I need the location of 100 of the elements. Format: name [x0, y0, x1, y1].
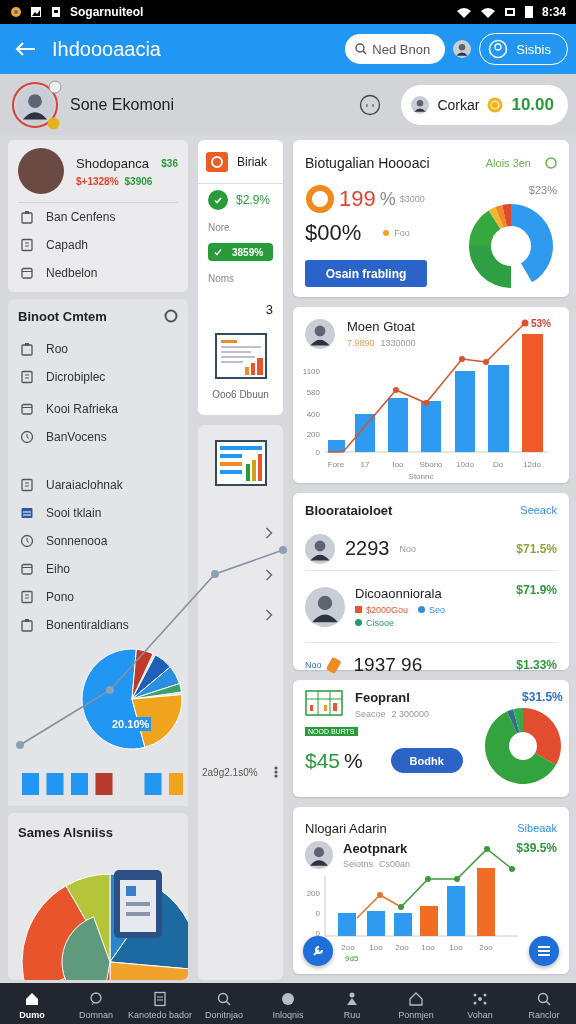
card-link[interactable]: Seeack: [520, 504, 557, 516]
subtitle: 7.9890: [347, 338, 375, 348]
ring-icon: [305, 184, 335, 214]
secondary-value: $3906: [124, 175, 153, 187]
menu-item[interactable]: BanVocens: [18, 423, 178, 451]
data-point: [211, 570, 219, 578]
bar: [355, 414, 375, 452]
nav-tab[interactable]: Ruu: [320, 990, 385, 1020]
nav-tab[interactable]: Domnan: [64, 990, 128, 1020]
nav-tab[interactable]: Kanotedo bador: [128, 990, 193, 1020]
card-title: Bloorataioloet: [305, 502, 393, 518]
clipboard-icon: [20, 210, 34, 224]
avatar-icon: [305, 533, 335, 564]
image-icon: [30, 6, 42, 18]
pill-value: 3859%: [232, 246, 264, 258]
sim-icon: [503, 6, 516, 18]
stat-value: $2.9%: [236, 193, 271, 207]
primary-button[interactable]: Osain frabling: [305, 260, 427, 287]
sub-value: $3000: [399, 194, 425, 204]
person-name: Aeotpnark: [343, 841, 409, 856]
nav-tab[interactable]: Vohan: [448, 990, 513, 1020]
axis-tick-label: 200: [306, 889, 320, 898]
axis-tick-label: 0: [315, 929, 320, 938]
nav-tab[interactable]: Donitnjao: [192, 990, 257, 1020]
refresh-icon[interactable]: [545, 157, 557, 169]
document-icon: [152, 990, 169, 1007]
field-label: Noms: [208, 273, 236, 284]
menu-item[interactable]: Ban Cenfens: [18, 203, 178, 231]
card-link[interactable]: Sibeaak: [517, 822, 557, 834]
data-point: [106, 686, 114, 694]
axis-tick-label: 12do: [523, 460, 541, 469]
card-title: Biriak: [237, 154, 267, 169]
nav-tab[interactable]: Ponmjen: [384, 990, 449, 1020]
chevron-right-icon[interactable]: [265, 527, 273, 539]
menu-item[interactable]: Dicrobiplec: [18, 363, 178, 391]
data-point: [16, 741, 24, 749]
axis-tick-label: 1oo: [421, 943, 435, 952]
donut-label: $23%: [528, 184, 557, 196]
clipboard-icon: [20, 618, 34, 632]
chevron-right-icon[interactable]: [265, 609, 273, 621]
value-sign: %: [344, 748, 363, 773]
card-title: Nlogari Adarin: [305, 820, 387, 836]
card-title: Biotugalian Hoooaci: [305, 155, 430, 171]
search-icon: [216, 990, 233, 1007]
data-point: [398, 904, 404, 910]
primary-button[interactable]: Bodhk: [390, 748, 463, 773]
search-icon: [536, 990, 553, 1007]
menu-item[interactable]: Roo: [18, 335, 178, 363]
menu-item[interactable]: Kooi Rafrieka: [18, 395, 178, 423]
menu-item[interactable]: Nedbelon: [18, 259, 178, 287]
search-field[interactable]: Ned Bnon: [345, 34, 446, 64]
page-title: Ihdoooaacia: [52, 37, 161, 61]
data-point: [459, 356, 465, 362]
menu-item[interactable]: Pono: [18, 583, 178, 611]
menu-item[interactable]: Capadh: [18, 231, 178, 259]
report-chart-icon: [214, 331, 267, 379]
wrench-icon: [311, 944, 325, 958]
bar: [367, 911, 385, 936]
legend-label: Foo: [394, 228, 410, 238]
coin-badge-icon: [47, 116, 60, 130]
dashboard-chart-icon: [214, 440, 267, 486]
dot-icon: [383, 230, 390, 236]
calendar-icon: [20, 402, 34, 416]
menu-item[interactable]: Uaraiaclohnak: [18, 471, 178, 499]
app-name: Sogarnuiteol: [70, 5, 144, 19]
bar: [338, 913, 356, 936]
back-arrow-icon[interactable]: [14, 41, 36, 57]
change-value: $71.9%: [516, 583, 557, 597]
menu-item[interactable]: Sooi tklain: [18, 499, 178, 527]
subtitle: Seiotns: [343, 859, 374, 869]
account-label: Corkar: [437, 96, 480, 113]
data-point: [521, 319, 529, 327]
nav-tab[interactable]: Dumo: [0, 990, 64, 1020]
menu-item[interactable]: Eiho: [18, 555, 178, 583]
axis-tick-label: 1oo: [369, 943, 383, 952]
document-icon: [50, 6, 62, 18]
bar: [420, 906, 438, 936]
more-vertical-icon[interactable]: [273, 766, 278, 778]
change-value: $71.5%: [516, 541, 557, 556]
wifi-icon: [455, 6, 472, 18]
menu-item[interactable]: Bonentiraldians: [18, 611, 178, 639]
tool-button[interactable]: [303, 936, 333, 966]
nav-tab[interactable]: Inloqnis: [256, 990, 321, 1020]
person-name: Moen Gtoat: [347, 319, 416, 334]
avatar-icon: [305, 319, 335, 349]
document-icon: [20, 238, 34, 252]
subtitle: 2 300000: [391, 709, 430, 719]
menu-button[interactable]: [529, 936, 559, 966]
avatar-icon: [305, 586, 345, 627]
chevron-right-icon[interactable]: [265, 569, 273, 581]
percent-value: $39.5%: [516, 841, 557, 855]
battery-icon: [523, 5, 534, 19]
tag-label: Cisooe: [366, 617, 394, 628]
clock: 8:34: [541, 5, 566, 19]
home-icon: [24, 990, 40, 1007]
row-value: 1937 96: [353, 654, 423, 676]
data-point: [377, 892, 383, 898]
account-name: Shodopanca: [76, 155, 149, 171]
nav-tab[interactable]: Ranclor: [512, 990, 576, 1020]
menu-item[interactable]: Sonnenooa: [18, 527, 178, 555]
